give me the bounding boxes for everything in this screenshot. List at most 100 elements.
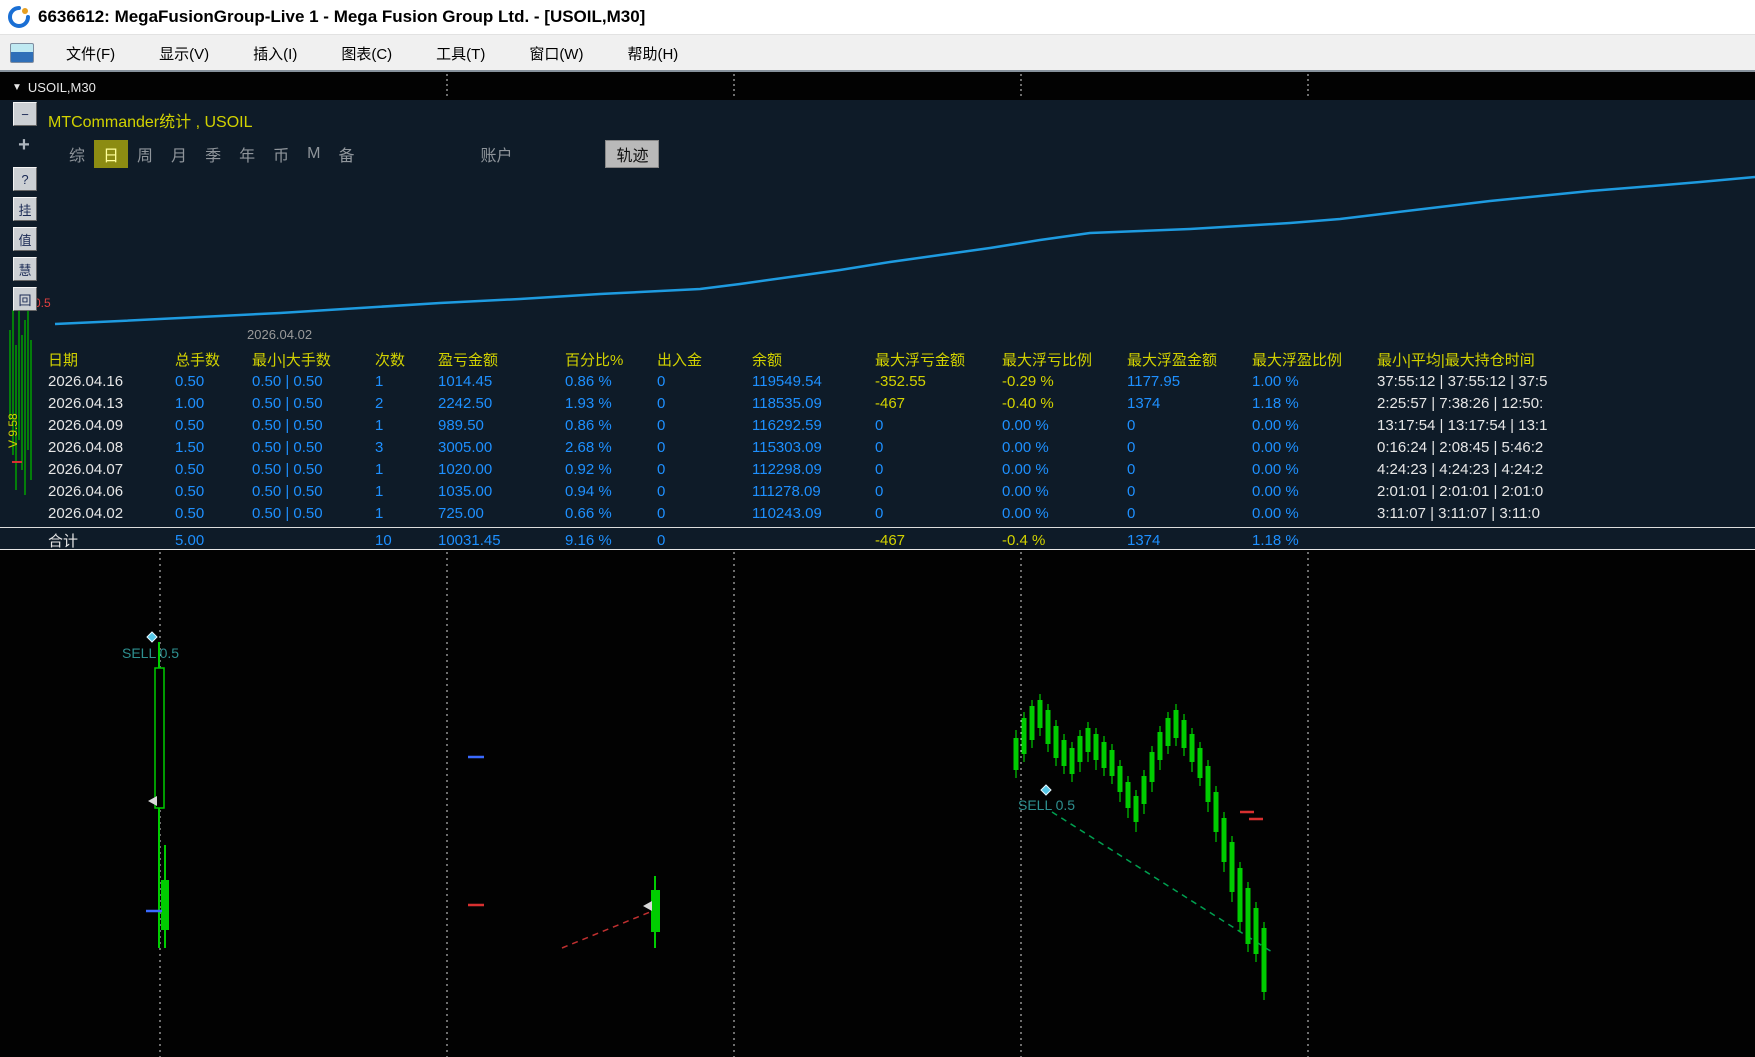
- table-cell: 2.68 %: [565, 439, 657, 456]
- table-cell: 0.00 %: [1252, 505, 1377, 522]
- table-cell: 2:25:57 | 7:38:26 | 12:50:: [1377, 395, 1755, 412]
- table-cell: 0: [875, 483, 1002, 500]
- tab-yearly[interactable]: 年: [230, 140, 264, 168]
- menu-charts[interactable]: 图表(C): [319, 36, 414, 71]
- panel-minimize-button[interactable]: −: [13, 102, 37, 126]
- table-cell: 0.86 %: [565, 373, 657, 390]
- table-cell: 0.00 %: [1002, 439, 1127, 456]
- table-header-cell: 最大浮亏金额: [875, 349, 1002, 370]
- table-cell: 1: [375, 483, 438, 500]
- table-header-cell: 百分比%: [565, 349, 657, 370]
- table-header-cell: 盈亏金额: [438, 349, 565, 370]
- table-cell: 0.94 %: [565, 483, 657, 500]
- history-button[interactable]: 回: [13, 287, 37, 311]
- tab-quarterly[interactable]: 季: [196, 140, 230, 168]
- equity-axis-date-label: 2026.04.02: [247, 327, 312, 342]
- table-cell: 3:11:07 | 3:11:07 | 3:11:0: [1377, 505, 1755, 522]
- table-cell: 1374: [1127, 532, 1252, 549]
- table-cell: 2026.04.06: [48, 483, 175, 500]
- table-row: 2026.04.020.500.50 | 0.501725.000.66 %01…: [0, 502, 1755, 524]
- table-cell: 1: [375, 373, 438, 390]
- table-cell: 1020.00: [438, 461, 565, 478]
- table-cell: -0.40 %: [1002, 395, 1127, 412]
- table-header-cell: 最大浮盈金额: [1127, 349, 1252, 370]
- window-title: 6636612: MegaFusionGroup-Live 1 - Mega F…: [38, 7, 645, 27]
- table-cell: 0.50 | 0.50: [252, 395, 375, 412]
- table-cell: 1035.00: [438, 483, 565, 500]
- symbol-period-text: USOIL,M30: [28, 80, 96, 95]
- app-icon: [8, 6, 30, 28]
- menu-help[interactable]: 帮助(H): [605, 36, 700, 71]
- table-cell: 0.50 | 0.50: [252, 439, 375, 456]
- table-cell: 10: [375, 532, 438, 549]
- panel-tabs: 综 日 周 月 季 年 币 M 备 账户 轨迹: [60, 142, 659, 166]
- table-cell: 0.00 %: [1002, 505, 1127, 522]
- table-cell: 0: [1127, 505, 1252, 522]
- table-cell: 0.00 %: [1252, 461, 1377, 478]
- tab-account[interactable]: 账户: [471, 140, 521, 168]
- table-cell: 1: [375, 505, 438, 522]
- table-cell: 115303.09: [752, 439, 875, 456]
- pending-orders-button[interactable]: 挂: [13, 197, 37, 221]
- table-cell: 2026.04.09: [48, 417, 175, 434]
- table-row: 2026.04.081.500.50 | 0.5033005.002.68 %0…: [0, 436, 1755, 458]
- table-cell: 112298.09: [752, 461, 875, 478]
- table-cell: 0: [875, 417, 1002, 434]
- menu-tools[interactable]: 工具(T): [414, 36, 507, 71]
- table-cell: 0: [875, 505, 1002, 522]
- tab-weekly[interactable]: 周: [128, 140, 162, 168]
- table-cell: 37:55:12 | 37:55:12 | 37:5: [1377, 373, 1755, 390]
- menu-view[interactable]: 显示(V): [137, 36, 231, 71]
- table-cell: 9.16 %: [565, 532, 657, 549]
- table-cell: 1.50: [175, 439, 252, 456]
- move-tool-icon[interactable]: +: [13, 134, 35, 156]
- table-cell: 0.50 | 0.50: [252, 373, 375, 390]
- table-cell: 0: [1127, 417, 1252, 434]
- collapse-triangle-icon[interactable]: ▼: [12, 82, 22, 93]
- table-cell: 0.66 %: [565, 505, 657, 522]
- table-cell: 0: [657, 395, 752, 412]
- table-row: 2026.04.090.500.50 | 0.501989.500.86 %01…: [0, 414, 1755, 436]
- table-cell: 10031.45: [438, 532, 565, 549]
- table-cell: -0.29 %: [1002, 373, 1127, 390]
- table-cell: 116292.59: [752, 417, 875, 434]
- table-header-cell: 次数: [375, 349, 438, 370]
- tab-currency[interactable]: 币: [264, 140, 298, 168]
- table-cell: -0.4 %: [1002, 532, 1127, 549]
- table-cell: 0.50 | 0.50: [252, 461, 375, 478]
- table-cell: 0.00 %: [1252, 483, 1377, 500]
- table-cell: 119549.54: [752, 373, 875, 390]
- table-cell: 111278.09: [752, 483, 875, 500]
- table-cell: -467: [875, 395, 1002, 412]
- values-button[interactable]: 值: [13, 227, 37, 251]
- tab-notes[interactable]: 备: [329, 140, 363, 168]
- table-cell: 合计: [48, 530, 175, 551]
- tab-daily[interactable]: 日: [94, 140, 128, 168]
- menu-window[interactable]: 窗口(W): [507, 36, 605, 71]
- title-bar: 6636612: MegaFusionGroup-Live 1 - Mega F…: [0, 0, 1755, 34]
- tab-summary[interactable]: 综: [60, 140, 94, 168]
- table-cell: 725.00: [438, 505, 565, 522]
- table-cell: 0:16:24 | 2:08:45 | 5:46:2: [1377, 439, 1755, 456]
- menu-file[interactable]: 文件(F): [44, 36, 137, 71]
- table-cell: 0.50: [175, 417, 252, 434]
- help-button[interactable]: ?: [13, 167, 37, 191]
- table-cell: 2026.04.07: [48, 461, 175, 478]
- table-cell: 4:24:23 | 4:24:23 | 4:24:2: [1377, 461, 1755, 478]
- table-cell: -467: [875, 532, 1002, 549]
- table-cell: 989.50: [438, 417, 565, 434]
- track-button[interactable]: 轨迹: [605, 140, 659, 168]
- menu-insert[interactable]: 插入(I): [231, 36, 319, 71]
- table-cell: 13:17:54 | 13:17:54 | 13:1: [1377, 417, 1755, 434]
- table-cell: 0.50 | 0.50: [252, 483, 375, 500]
- smart-button[interactable]: 慧: [13, 257, 37, 281]
- tab-monthly[interactable]: 月: [162, 140, 196, 168]
- table-cell: 2: [375, 395, 438, 412]
- tab-m[interactable]: M: [298, 143, 329, 165]
- menubar-chart-icon[interactable]: [10, 43, 34, 63]
- table-cell: 110243.09: [752, 505, 875, 522]
- table-cell: 0: [1127, 461, 1252, 478]
- table-cell: 0: [1127, 439, 1252, 456]
- table-cell: 0: [657, 483, 752, 500]
- table-header-cell: 日期: [48, 349, 175, 370]
